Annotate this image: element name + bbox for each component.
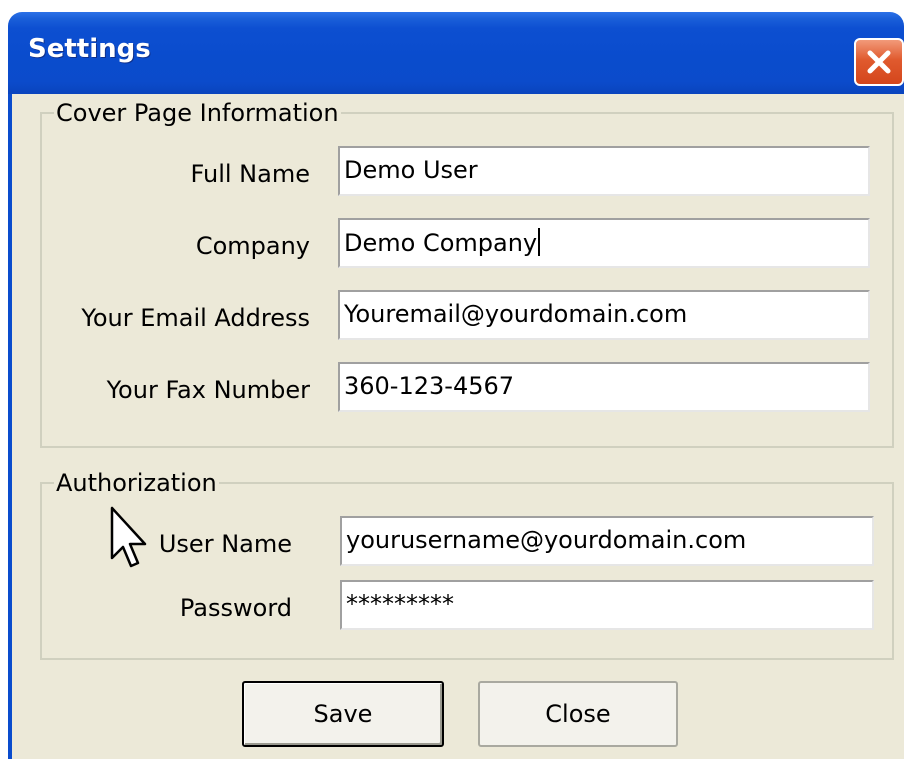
full-name-label: Full Name: [190, 160, 310, 188]
company-label: Company: [195, 232, 310, 260]
dialog-body: Cover Page Information Full Name Demo Us…: [8, 94, 904, 759]
fax-label: Your Fax Number: [106, 376, 310, 404]
password-label: Password: [179, 594, 292, 622]
close-button[interactable]: Close: [478, 681, 678, 747]
fax-field[interactable]: 360-123-4567: [338, 362, 870, 412]
authorization-legend: Authorization: [56, 469, 217, 497]
email-field[interactable]: Youremail@yourdomain.com: [338, 290, 870, 340]
settings-dialog: Settings Cover Page Information Full Nam…: [0, 0, 904, 759]
window-title: Settings: [28, 34, 151, 64]
username-field[interactable]: yourusername@yourdomain.com: [340, 516, 874, 566]
close-window-button[interactable]: [854, 38, 904, 86]
save-button[interactable]: Save: [242, 681, 444, 747]
password-field[interactable]: *********: [340, 580, 874, 630]
email-label: Your Email Address: [81, 304, 310, 332]
title-bar[interactable]: Settings: [8, 12, 904, 94]
cover-page-legend: Cover Page Information: [56, 99, 339, 127]
company-field[interactable]: Demo Company: [338, 218, 870, 268]
company-field-value: Demo Company: [344, 229, 538, 257]
text-caret: [538, 228, 541, 256]
username-label: User Name: [158, 530, 292, 558]
mouse-pointer-icon: [110, 506, 147, 568]
full-name-field[interactable]: Demo User: [338, 146, 870, 196]
close-icon: [867, 50, 891, 74]
